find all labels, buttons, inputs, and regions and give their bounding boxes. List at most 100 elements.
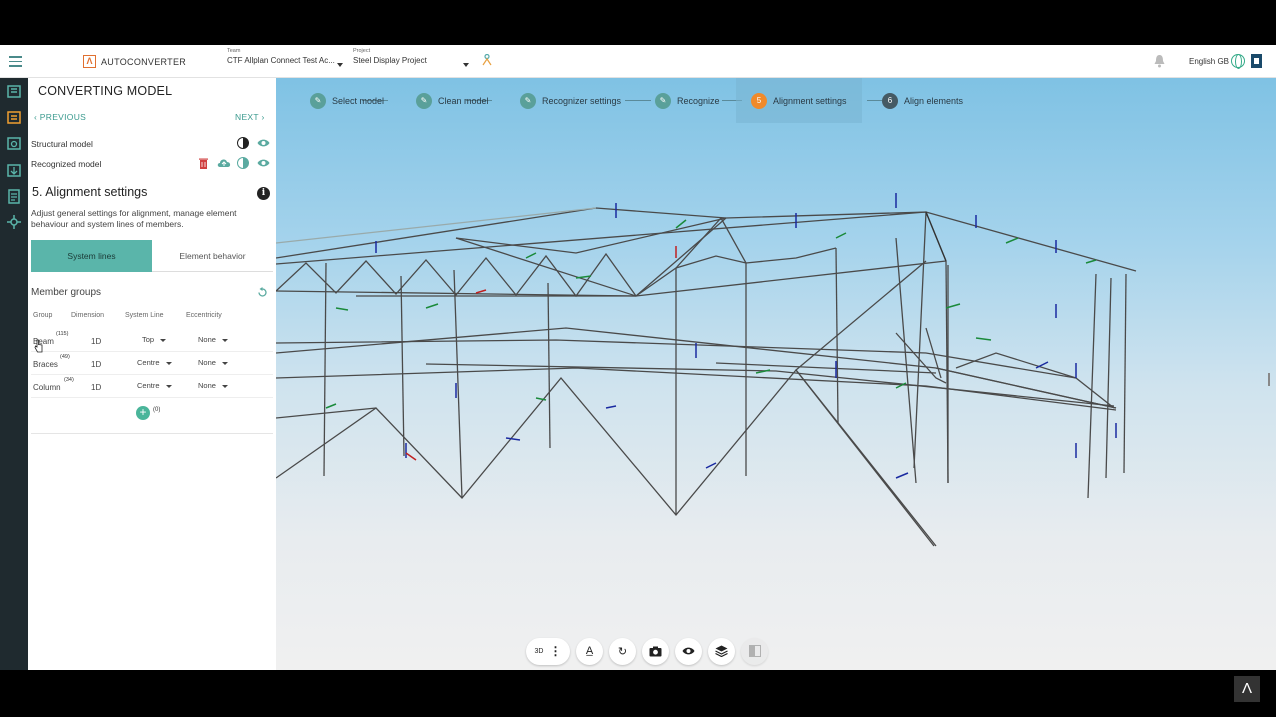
next-button[interactable]: NEXT ›	[235, 112, 265, 122]
step-label: Clean model	[438, 95, 489, 106]
text-annotation-button[interactable]: A̲	[576, 637, 603, 665]
team-value: CTF Allplan Connect Test Ac...	[227, 56, 335, 65]
rail-network-icon[interactable]	[6, 214, 22, 230]
rail-export-icon[interactable]	[6, 162, 22, 178]
language-selector[interactable]: English GB	[1189, 57, 1229, 66]
eccentricity-dropdown[interactable]: None	[198, 381, 228, 390]
recognized-model-row: Recognized model	[31, 156, 273, 172]
globe-icon[interactable]	[1231, 54, 1245, 69]
eccentricity-dropdown[interactable]: None	[198, 358, 228, 367]
exit-icon[interactable]	[1251, 54, 1262, 68]
logo-mark-icon: Λ	[83, 55, 96, 68]
brand-logo-icon: Λ	[1234, 676, 1260, 702]
table-row: Braces (49) 1D Centre None	[31, 352, 273, 375]
pencil-icon: ✎	[310, 92, 326, 109]
hand-cursor-icon	[34, 339, 43, 353]
pencil-icon: ✎	[416, 92, 432, 109]
split-view-icon	[748, 645, 761, 657]
eye-icon	[682, 647, 695, 655]
screenshot-button[interactable]	[642, 637, 669, 665]
project-value: Steel Display Project	[353, 56, 427, 65]
rotate-icon: ↻	[617, 645, 628, 658]
member-groups-title: Member groups	[31, 287, 102, 298]
structural-model-row: Structural model	[31, 136, 273, 152]
add-group-count: (0)	[153, 407, 161, 413]
contrast-icon[interactable]	[237, 137, 249, 149]
reset-view-button[interactable]: ↻	[609, 637, 636, 665]
divider	[31, 433, 273, 434]
rail-import-icon[interactable]	[6, 135, 22, 151]
step-number: 6	[882, 92, 898, 109]
column-header-eccentricity: Eccentricity	[186, 312, 222, 319]
pencil-icon: ✎	[655, 92, 671, 109]
add-group-button[interactable]: +	[136, 406, 150, 420]
step-recognize[interactable]: ✎ Recognize	[655, 78, 720, 123]
layers-icon	[715, 645, 728, 657]
step-align-elements[interactable]: 6 Align elements	[882, 78, 963, 123]
column-header-group: Group	[33, 312, 53, 319]
column-header-system-line: System Line	[125, 312, 164, 319]
eye-icon[interactable]	[257, 157, 270, 169]
recognized-model-label: Recognized model	[31, 159, 102, 169]
info-icon[interactable]: i	[257, 187, 270, 200]
section-description: Adjust general settings for alignment, m…	[31, 208, 237, 229]
upload-icon[interactable]	[217, 157, 231, 169]
column-header-dimension: Dimension	[71, 312, 105, 319]
more-options-icon[interactable]: ⋮	[549, 644, 561, 658]
tab-system-lines[interactable]: System lines	[31, 240, 152, 272]
compare-button[interactable]	[741, 637, 768, 665]
tab-element-behavior[interactable]: Element behavior	[152, 240, 273, 272]
dimension-value: 1D	[91, 383, 102, 392]
converting-panel: CONVERTING MODEL ‹ PREVIOUS NEXT › Struc…	[28, 78, 276, 670]
settings-tabs: System lines Element behavior	[31, 240, 273, 272]
step-clean-model[interactable]: ✎ Clean model	[416, 78, 489, 123]
visibility-button[interactable]	[675, 637, 702, 665]
group-name: Braces	[33, 360, 58, 369]
step-recognizer-settings[interactable]: ✎ Recognizer settings	[520, 78, 621, 123]
step-label: Recognizer settings	[542, 95, 622, 106]
chevron-down-icon	[337, 63, 343, 67]
system-line-dropdown[interactable]: Centre	[137, 358, 171, 367]
rail-convert-icon[interactable]	[6, 109, 22, 125]
step-label: Alignment settings	[773, 95, 847, 106]
chevron-down-icon	[463, 63, 469, 67]
group-count: (34)	[64, 377, 74, 383]
share-icon[interactable]	[481, 53, 493, 69]
next-label: NEXT	[235, 112, 259, 122]
step-alignment-settings[interactable]: 5 Alignment settings	[736, 78, 862, 123]
rail-models-icon[interactable]	[6, 83, 22, 99]
project-select[interactable]: Project Steel Display Project	[353, 48, 471, 67]
bell-icon[interactable]	[1153, 54, 1166, 68]
resize-handle[interactable]	[1268, 373, 1270, 386]
team-select[interactable]: Team CTF Allplan Connect Test Ac...	[227, 48, 347, 67]
dimension-value: 1D	[91, 360, 102, 369]
table-row: Column (34) 1D Centre None	[31, 375, 273, 398]
project-caption: Project	[353, 48, 371, 54]
previous-button[interactable]: ‹ PREVIOUS	[34, 112, 86, 122]
step-select-model[interactable]: ✎ Select model	[310, 78, 384, 123]
team-caption: Team	[227, 48, 241, 54]
panel-title: CONVERTING MODEL	[38, 84, 173, 98]
steel-structure-3d-model[interactable]	[276, 78, 1276, 670]
eccentricity-dropdown[interactable]: None	[198, 335, 228, 344]
app-name: AUTOCONVERTER	[101, 56, 187, 67]
system-line-dropdown[interactable]: Centre	[137, 381, 171, 390]
step-label: Select model	[332, 95, 385, 106]
model-viewport[interactable]: ✎ Select model ✎ Clean model ✎ Recognizer s…	[276, 78, 1276, 670]
view-mode-button[interactable]: 3D ⋮	[526, 637, 570, 665]
reset-icon[interactable]	[256, 286, 269, 299]
trash-icon[interactable]	[198, 157, 210, 169]
logo: Λ AUTOCONVERTER	[83, 55, 186, 68]
group-name: Column	[33, 383, 61, 392]
chevron-right-icon: ›	[258, 112, 265, 122]
layers-button[interactable]	[708, 637, 735, 665]
eye-icon[interactable]	[257, 137, 270, 149]
camera-icon	[649, 646, 662, 656]
contrast-icon[interactable]	[237, 157, 249, 169]
workflow-stepper: ✎ Select model ✎ Clean model ✎ Recognizer s…	[276, 78, 996, 123]
system-line-dropdown[interactable]: Top	[142, 335, 167, 344]
rail-document-icon[interactable]	[6, 188, 22, 204]
structural-model-label: Structural model	[31, 139, 93, 149]
menu-icon[interactable]	[9, 56, 22, 67]
top-bar: Λ AUTOCONVERTER Team CTF Allplan Connect…	[0, 45, 1276, 78]
